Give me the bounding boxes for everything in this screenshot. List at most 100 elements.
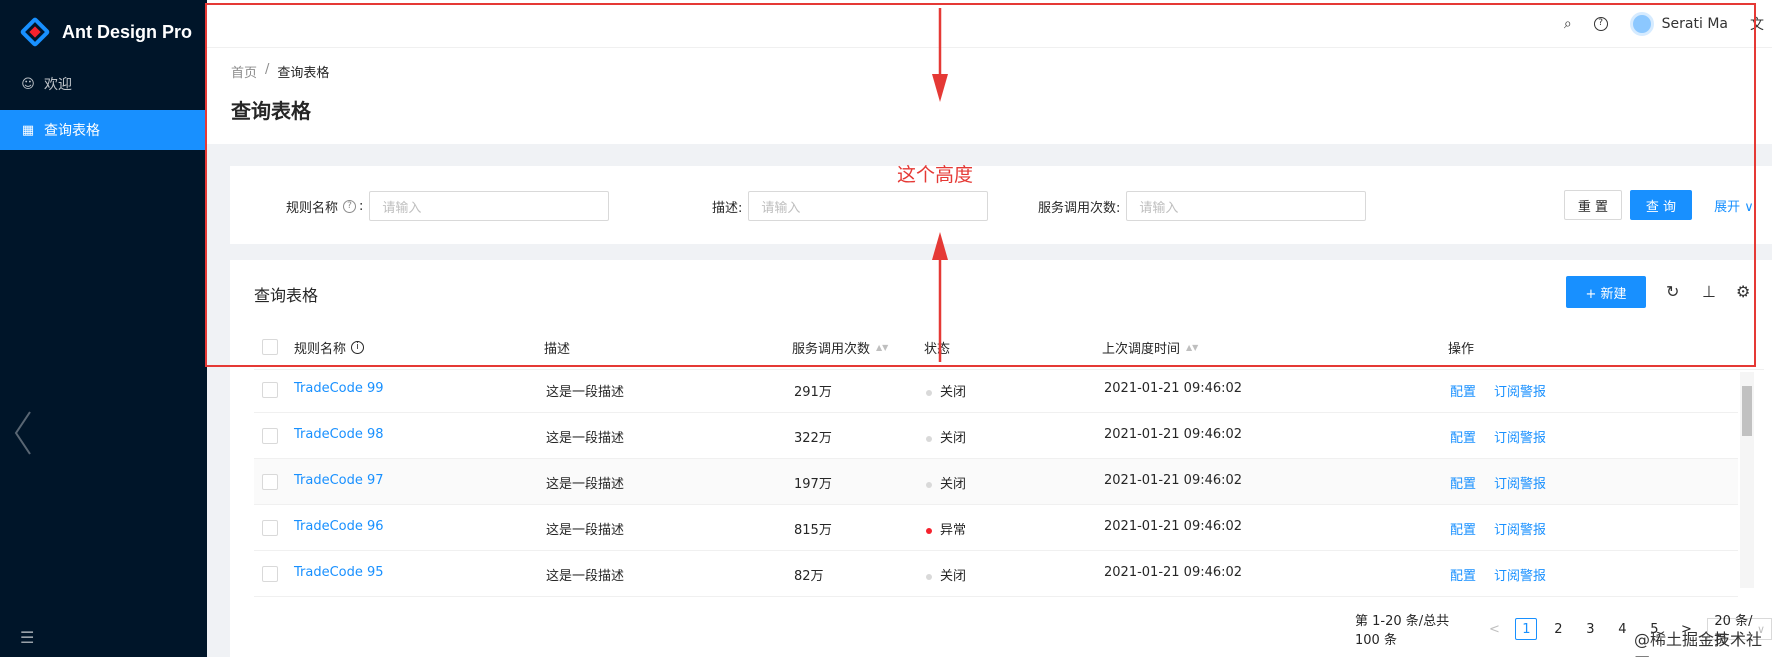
rule-name-link[interactable]: TradeCode 99 (294, 381, 384, 396)
row-checkbox[interactable] (262, 566, 278, 582)
question-circle-icon[interactable]: ? (1593, 17, 1608, 31)
column-height-icon[interactable]: ⊥ (1702, 282, 1716, 301)
subscribe-alert-link[interactable]: 订阅警报 (1494, 381, 1546, 400)
status-cell: 关闭 (926, 381, 966, 400)
rule-name-input[interactable]: 请输入 (369, 191, 610, 221)
call-count-input[interactable]: 请输入 (1126, 191, 1367, 221)
form-item-call-count: 服务调用次数: 请输入 (1038, 190, 1367, 222)
scrollbar-thumb[interactable] (1742, 386, 1752, 436)
logo[interactable]: Ant Design Pro (0, 0, 207, 64)
page-4[interactable]: 4 (1611, 618, 1633, 640)
call-count-cell: 82万 (794, 569, 824, 584)
pagination-total: 第 1-20 条/总共 100 条 (1355, 614, 1450, 648)
table-title: 查询表格 (254, 286, 319, 305)
sidebar-item-label: 欢迎 (44, 77, 72, 93)
sidebar-item-welcome[interactable]: ☺ 欢迎 (0, 64, 207, 104)
configure-link[interactable]: 配置 (1450, 427, 1476, 446)
row-checkbox[interactable] (262, 428, 278, 444)
info-circle-icon[interactable]: i (351, 341, 365, 354)
query-button[interactable]: 查 询 (1630, 190, 1692, 220)
ant-design-logo-icon (19, 16, 51, 48)
setting-icon[interactable]: ⚙ (1736, 282, 1750, 301)
page-1[interactable]: 1 (1515, 618, 1538, 640)
status-dot (926, 527, 932, 534)
rule-name-label: 规则名称 (286, 200, 339, 216)
prev-page-button[interactable]: < (1483, 618, 1505, 640)
configure-link[interactable]: 配置 (1450, 519, 1476, 538)
configure-link[interactable]: 配置 (1450, 381, 1476, 400)
search-icon[interactable]: ⌕ (1564, 16, 1572, 32)
th-label: 上次调度时间 (1102, 342, 1181, 357)
status-dot (926, 481, 932, 488)
chevron-left-icon[interactable] (10, 408, 36, 458)
rule-name-link[interactable]: TradeCode 98 (294, 427, 384, 442)
table-row: TradeCode 98 这是一段描述 322万 关闭 2021-01-21 0… (254, 413, 1738, 459)
sort-icon[interactable]: ▲▼ (1186, 344, 1198, 352)
breadcrumb-home[interactable]: 首页 (231, 62, 257, 81)
row-checkbox[interactable] (262, 382, 278, 398)
call-count-label: 服务调用次数: (1038, 200, 1121, 216)
description-cell: 这是一段描述 (546, 385, 625, 400)
subscribe-alert-link[interactable]: 订阅警报 (1494, 519, 1546, 538)
rule-name-link[interactable]: TradeCode 97 (294, 473, 384, 488)
smile-icon: ☺ (21, 76, 35, 92)
translation-icon[interactable]: 文 (1750, 14, 1764, 34)
logo-text: Ant Design Pro (62, 21, 193, 42)
table-scrollbar[interactable] (1740, 372, 1754, 588)
page-3[interactable]: 3 (1579, 618, 1601, 640)
search-form: 规则名称 ? : 请输入 描述: 请输入 服务调用次数: 请输入 重 置 查 询… (230, 166, 1772, 244)
help-glyph: ? (1598, 18, 1604, 28)
th-rule-name: 规则名称 i (294, 338, 367, 357)
sidebar-item-query-table[interactable]: ▦ 查询表格 (0, 110, 207, 150)
table-row: TradeCode 96 这是一段描述 815万 异常 2021-01-21 0… (254, 505, 1738, 551)
call-count-cell: 291万 (794, 385, 832, 400)
sidebar: Ant Design Pro ☺ 欢迎 ▦ 查询表格 ☰ (0, 0, 207, 657)
new-button[interactable]: + 新建 (1566, 276, 1646, 308)
th-actions: 操作 (1448, 338, 1474, 357)
th-label: 服务调用次数 (792, 342, 871, 357)
table-row: TradeCode 95 这是一段描述 82万 关闭 2021-01-21 09… (254, 551, 1738, 597)
select-all-checkbox[interactable] (262, 339, 278, 355)
menu-fold-icon[interactable]: ☰ (20, 628, 34, 647)
user-menu[interactable]: Serati Ma (1629, 12, 1728, 36)
status-cell: 关闭 (926, 427, 966, 446)
subscribe-alert-link[interactable]: 订阅警报 (1494, 427, 1546, 446)
configure-link[interactable]: 配置 (1450, 565, 1476, 584)
form-item-rule-name: 规则名称 ? : 请输入 (286, 190, 610, 222)
status-text: 异常 (940, 523, 967, 538)
watermark: @稀土掘金技术社区 (1634, 630, 1763, 657)
breadcrumb-current: 查询表格 (277, 66, 330, 81)
rule-name-colon: : (359, 198, 364, 214)
question-circle-icon[interactable]: ? (343, 199, 357, 213)
avatar (1629, 12, 1654, 36)
description-input[interactable]: 请输入 (748, 191, 989, 221)
expand-link[interactable]: 展开 ∨ (1704, 190, 1764, 220)
th-label: 状态 (924, 342, 951, 357)
top-header: ⌕ ? Serati Ma 文 (207, 0, 1772, 48)
th-call-count[interactable]: 服务调用次数 ▲▼ (792, 338, 888, 357)
table-icon: ▦ (21, 122, 35, 138)
page-header: 首页 / 查询表格 查询表格 (207, 48, 1772, 144)
description-cell: 这是一段描述 (546, 431, 625, 446)
configure-link[interactable]: 配置 (1450, 473, 1476, 492)
th-last-schedule-time[interactable]: 上次调度时间 ▲▼ (1102, 338, 1198, 357)
subscribe-alert-link[interactable]: 订阅警报 (1494, 473, 1546, 492)
table-row: TradeCode 99 这是一段描述 291万 关闭 2021-01-21 0… (254, 367, 1738, 413)
status-cell: 异常 (926, 519, 966, 538)
rule-name-link[interactable]: TradeCode 96 (294, 519, 384, 534)
th-label: 描述 (544, 342, 571, 357)
th-label: 操作 (1448, 342, 1475, 357)
row-checkbox[interactable] (262, 474, 278, 490)
subscribe-alert-link[interactable]: 订阅警报 (1494, 565, 1546, 584)
page-2[interactable]: 2 (1547, 618, 1569, 640)
call-count-cell: 322万 (794, 431, 832, 446)
status-dot (926, 573, 932, 580)
time-cell: 2021-01-21 09:46:02 (1104, 519, 1243, 534)
reload-icon[interactable]: ↻ (1666, 282, 1679, 301)
rule-name-link[interactable]: TradeCode 95 (294, 565, 384, 580)
reset-button[interactable]: 重 置 (1564, 190, 1622, 220)
row-checkbox[interactable] (262, 520, 278, 536)
sort-icon[interactable]: ▲▼ (876, 344, 888, 352)
description-cell: 这是一段描述 (546, 569, 625, 584)
description-cell: 这是一段描述 (546, 477, 625, 492)
